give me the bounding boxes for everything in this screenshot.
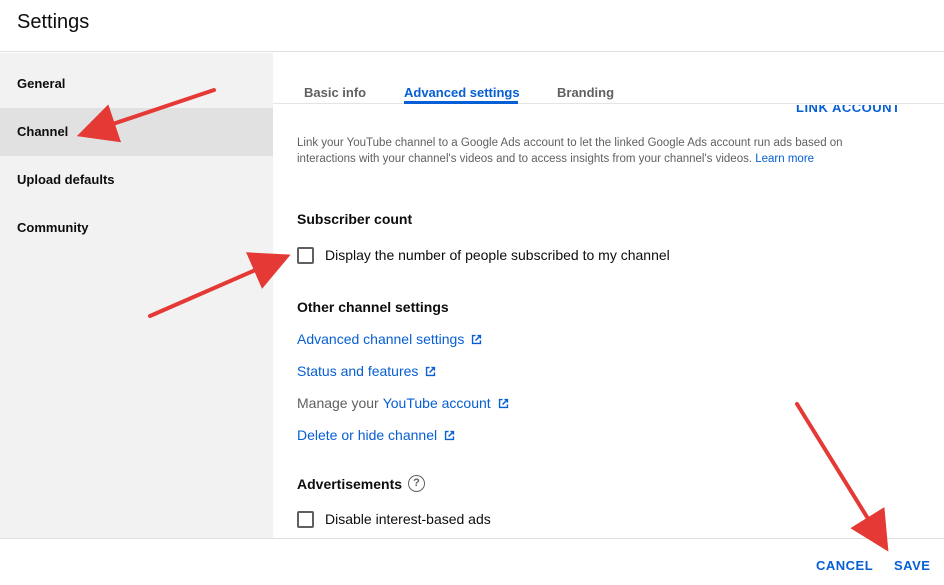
sidebar-item-general[interactable]: General <box>0 60 273 108</box>
tab-branding[interactable]: Branding <box>557 53 614 104</box>
cancel-button[interactable]: CANCEL <box>816 558 873 573</box>
tab-basic-info[interactable]: Basic info <box>304 53 366 104</box>
subscriber-count-option[interactable]: Display the number of people subscribed … <box>297 245 670 265</box>
page-title: Settings <box>17 11 90 33</box>
interest-based-ads-checkbox[interactable] <box>297 510 314 528</box>
advanced-channel-settings-row: Advanced channel settings <box>297 331 483 347</box>
advanced-channel-settings-link[interactable]: Advanced channel settings <box>297 331 464 347</box>
help-circle-icon[interactable]: ? <box>408 475 426 492</box>
sidebar-item-community[interactable]: Community <box>0 204 273 252</box>
interest-based-ads-checkbox-label[interactable]: Disable interest-based ads <box>325 511 491 527</box>
subscriber-count-checkbox[interactable] <box>297 246 314 264</box>
status-features-row: Status and features <box>297 363 437 379</box>
manage-account-row: Manage your YouTube account <box>297 395 510 411</box>
status-and-features-link[interactable]: Status and features <box>297 363 418 379</box>
manage-account-prefix: Manage your <box>297 395 379 411</box>
tab-advanced-settings[interactable]: Advanced settings <box>404 53 520 104</box>
dialog-footer: CANCEL SAVE <box>0 538 944 585</box>
settings-header: Settings <box>0 0 944 52</box>
subscriber-count-heading: Subscriber count <box>297 211 413 227</box>
interest-based-ads-option[interactable]: Disable interest-based ads <box>297 509 491 529</box>
channel-settings-panel: Basic info Advanced settings Branding LI… <box>273 53 944 538</box>
tab-bar: Basic info Advanced settings Branding <box>273 53 944 104</box>
google-ads-description: Link your YouTube channel to a Google Ad… <box>297 135 897 167</box>
link-account-button[interactable]: LINK ACCOUNT <box>796 105 900 117</box>
open-in-new-icon[interactable] <box>470 333 483 346</box>
delete-channel-row: Delete or hide channel <box>297 427 456 443</box>
delete-or-hide-channel-link[interactable]: Delete or hide channel <box>297 427 437 443</box>
open-in-new-icon[interactable] <box>497 397 510 410</box>
open-in-new-icon[interactable] <box>424 365 437 378</box>
other-channel-settings-heading: Other channel settings <box>297 299 449 315</box>
learn-more-link[interactable]: Learn more <box>755 153 814 165</box>
save-button[interactable]: SAVE <box>894 558 930 573</box>
active-tab-indicator <box>404 101 518 104</box>
settings-sidebar: General Channel Upload defaults Communit… <box>0 53 273 538</box>
sidebar-item-upload-defaults[interactable]: Upload defaults <box>0 156 273 204</box>
advertisements-heading: Advertisements <box>297 475 403 492</box>
youtube-account-link[interactable]: YouTube account <box>383 395 491 411</box>
advertisements-heading-row: Advertisements ? <box>297 475 426 492</box>
subscriber-count-checkbox-label[interactable]: Display the number of people subscribed … <box>325 247 670 263</box>
open-in-new-icon[interactable] <box>443 429 456 442</box>
sidebar-item-channel[interactable]: Channel <box>0 108 273 156</box>
